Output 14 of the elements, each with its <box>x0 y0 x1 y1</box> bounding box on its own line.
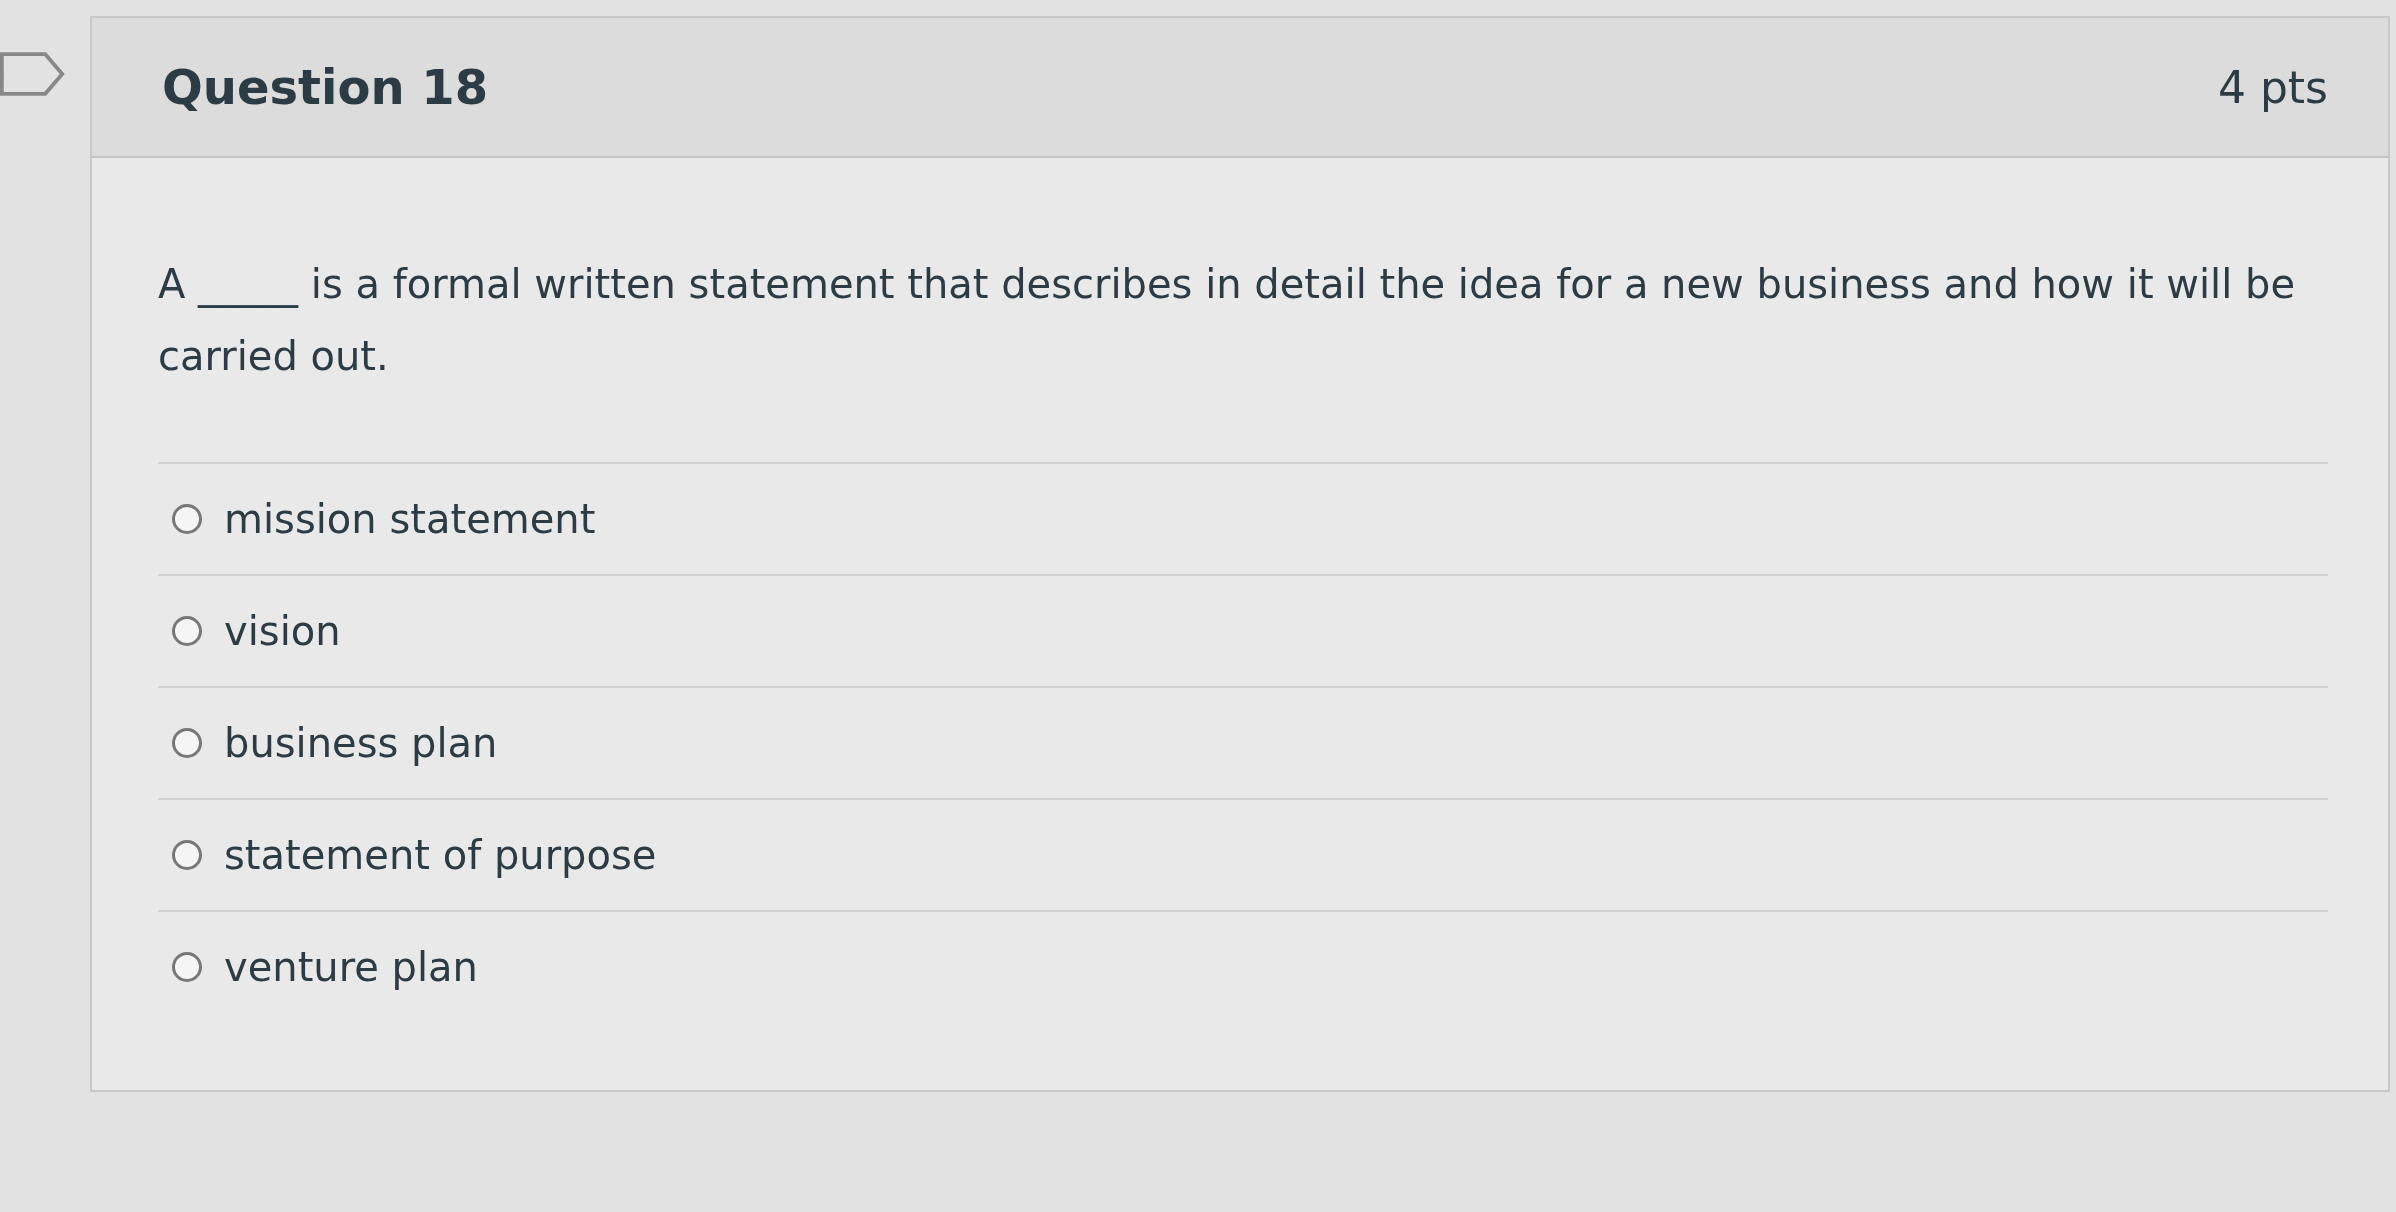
radio-button[interactable] <box>172 504 202 534</box>
option-label[interactable]: statement of purpose <box>224 832 657 878</box>
question-points: 4 pts <box>2217 61 2328 113</box>
option-label[interactable]: business plan <box>224 720 498 766</box>
question-text: A _____ is a formal written statement that describes in detail the idea for a new business and how it will be carried out. <box>158 248 2328 464</box>
flag-icon[interactable] <box>0 50 66 98</box>
question-title: Question 18 <box>162 59 489 115</box>
radio-button[interactable] <box>172 728 202 758</box>
option-label[interactable]: mission statement <box>224 496 596 542</box>
radio-button[interactable] <box>172 616 202 646</box>
option-label[interactable]: venture plan <box>224 944 478 990</box>
option-label[interactable]: vision <box>224 608 341 654</box>
radio-button[interactable] <box>172 952 202 982</box>
radio-button[interactable] <box>172 840 202 870</box>
